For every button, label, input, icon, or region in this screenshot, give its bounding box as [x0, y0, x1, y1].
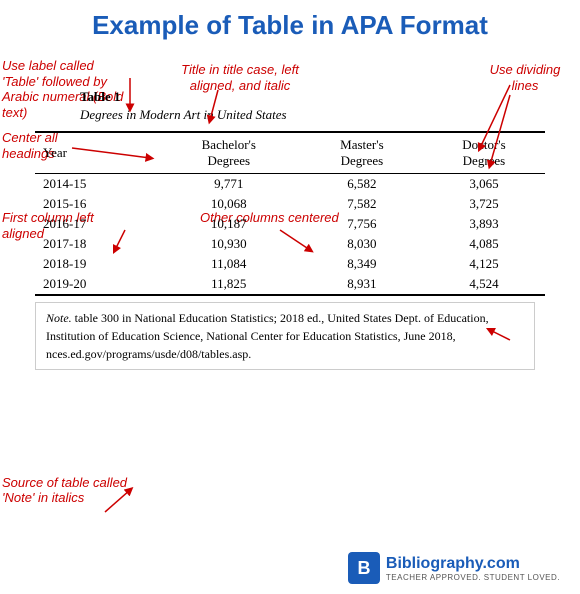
table-cell: 10,068	[157, 194, 301, 214]
table-cell: 3,065	[423, 174, 545, 195]
table-cell: 2014-15	[35, 174, 157, 195]
brand-text-block: Bibliography.com Teacher Approved. Stude…	[386, 555, 560, 582]
table-cell: 4,125	[423, 254, 545, 274]
table-cell: 4,085	[423, 234, 545, 254]
table-row: 2015-1610,0687,5823,725	[35, 194, 545, 214]
table-label: Table 1	[20, 89, 560, 105]
col-header-master: Master'sDegrees	[301, 132, 423, 174]
note-italic-label: Note.	[46, 311, 72, 325]
table-cell: 8,349	[301, 254, 423, 274]
table-cell: 3,725	[423, 194, 545, 214]
table-cell: 11,825	[157, 274, 301, 295]
brand-tagline: Teacher Approved. Student Loved.	[386, 573, 560, 582]
table-cell: 11,084	[157, 254, 301, 274]
table-cell: 7,756	[301, 214, 423, 234]
table-row: 2014-159,7716,5823,065	[35, 174, 545, 195]
note-section: Note. table 300 in National Education St…	[35, 302, 535, 370]
svg-text:B: B	[357, 558, 370, 578]
table-cell: 2016-17	[35, 214, 157, 234]
table-header-row: Year Bachelor'sDegrees Master'sDegrees D…	[35, 132, 545, 174]
col-header-doctor: Doctor'sDegrees	[423, 132, 545, 174]
apa-table: Year Bachelor'sDegrees Master'sDegrees D…	[35, 131, 545, 296]
annotation-note-label: Source of table called 'Note' in italics	[2, 475, 142, 506]
table-cell: 2017-18	[35, 234, 157, 254]
table-title: Degrees in Modern Art in United States	[20, 107, 560, 123]
table-row: 2017-1810,9308,0304,085	[35, 234, 545, 254]
table-body: 2014-159,7716,5823,0652015-1610,0687,582…	[35, 174, 545, 296]
table-cell: 8,931	[301, 274, 423, 295]
table-cell: 2015-16	[35, 194, 157, 214]
table-cell: 8,030	[301, 234, 423, 254]
table-cell: 3,893	[423, 214, 545, 234]
brand-name: Bibliography.com	[386, 555, 560, 573]
table-cell: 6,582	[301, 174, 423, 195]
table-cell: 2019-20	[35, 274, 157, 295]
table-row: 2016-1710,1877,7563,893	[35, 214, 545, 234]
table-cell: 9,771	[157, 174, 301, 195]
table-cell: 2018-19	[35, 254, 157, 274]
table-row: 2018-1911,0848,3494,125	[35, 254, 545, 274]
table-cell: 7,582	[301, 194, 423, 214]
col-header-year: Year	[35, 132, 157, 174]
brand-footer: B Bibliography.com Teacher Approved. Stu…	[348, 552, 560, 584]
note-content: table 300 in National Education Statisti…	[46, 311, 489, 361]
table-cell: 10,930	[157, 234, 301, 254]
table-cell: 4,524	[423, 274, 545, 295]
page-title: Example of Table in APA Format	[20, 10, 560, 41]
table-cell: 10,187	[157, 214, 301, 234]
page-wrapper: Example of Table in APA Format Use label…	[0, 0, 580, 594]
brand-icon: B	[348, 552, 380, 584]
table-row: 2019-2011,8258,9314,524	[35, 274, 545, 295]
col-header-bachelor: Bachelor'sDegrees	[157, 132, 301, 174]
table-section: Table 1 Degrees in Modern Art in United …	[20, 89, 560, 370]
table-wrapper: Year Bachelor'sDegrees Master'sDegrees D…	[20, 131, 560, 296]
